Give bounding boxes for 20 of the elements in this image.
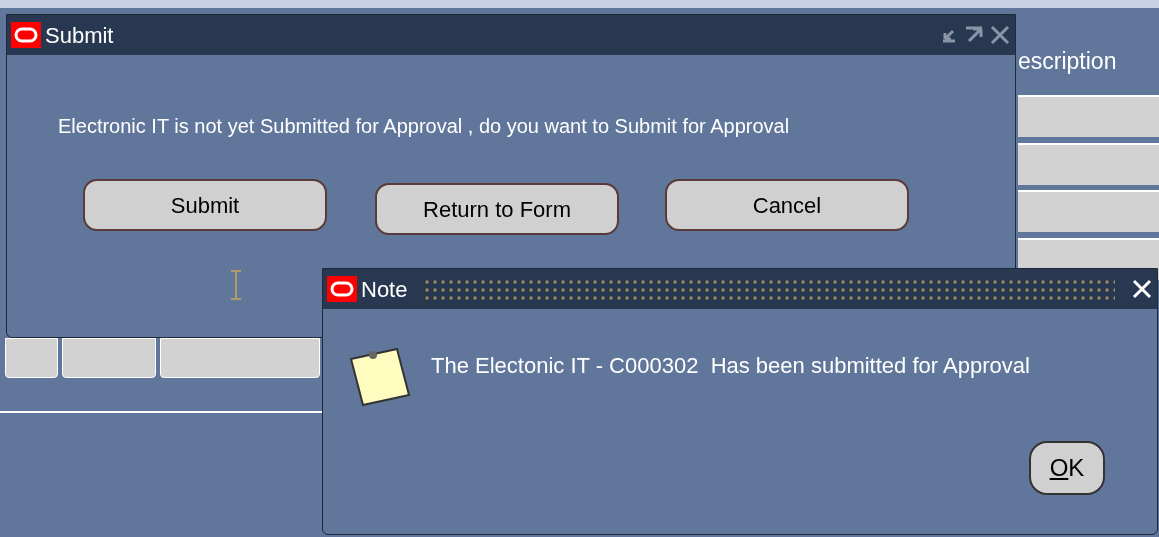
- dialog-button[interactable]: Submit: [83, 179, 327, 231]
- table-cell[interactable]: [5, 338, 58, 378]
- text-field[interactable]: [1018, 95, 1159, 137]
- table-cell[interactable]: [160, 338, 320, 378]
- text-cursor-icon: [229, 269, 243, 301]
- text-field[interactable]: [1018, 190, 1159, 232]
- oracle-logo-icon: [327, 276, 357, 302]
- window-title: Submit: [45, 21, 114, 50]
- oracle-logo-icon: [11, 22, 41, 48]
- text-field[interactable]: [1018, 143, 1159, 185]
- table-cell[interactable]: [62, 338, 156, 378]
- window-title: Note: [361, 275, 408, 304]
- note-icon: [347, 345, 413, 409]
- dialog-button[interactable]: Cancel: [665, 179, 909, 231]
- column-header: escription: [1018, 47, 1117, 76]
- dialog-message: Electronic IT is not yet Submitted for Approval , do you want to Submit for Approval: [58, 114, 790, 139]
- maximize-icon[interactable]: [963, 25, 985, 45]
- ok-button[interactable]: OK: [1029, 441, 1105, 495]
- dialog-button[interactable]: Return to Form: [375, 183, 619, 235]
- note-message: The Electonic IT - C000302 Has been submitted for Approval: [431, 352, 1030, 380]
